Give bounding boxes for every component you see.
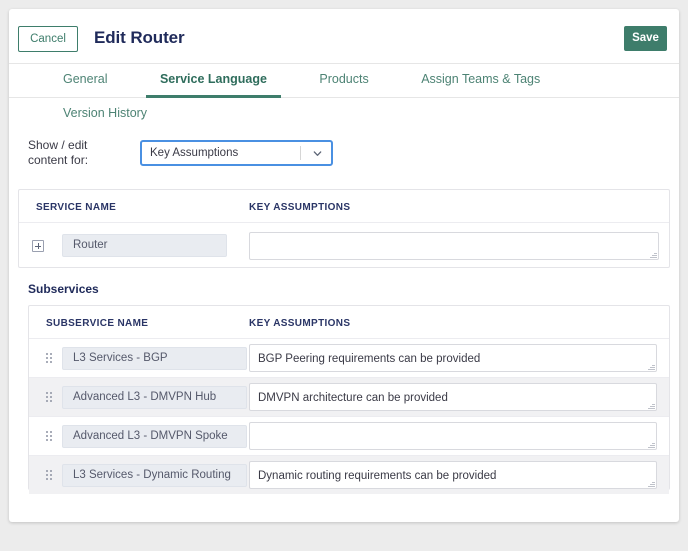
key-assumptions-column-header: KEY ASSUMPTIONS — [249, 202, 351, 213]
tab-bar: General Service Language Products Assign… — [9, 64, 679, 120]
chevron-down-icon — [313, 151, 322, 156]
subservices-table: SUBSERVICE NAME KEY ASSUMPTIONS L3 Servi… — [28, 305, 670, 494]
edit-router-card: Cancel Edit Router Save General Service … — [9, 9, 679, 522]
subservice-name-column-header: SUBSERVICE NAME — [46, 318, 149, 329]
subservice-name-field[interactable]: Advanced L3 - DMVPN Hub — [62, 386, 247, 409]
table-row: Router — [19, 222, 669, 268]
tab-products[interactable]: Products — [305, 64, 382, 98]
drag-handle-icon[interactable] — [46, 470, 52, 481]
content-selector-value: Key Assumptions — [150, 147, 239, 159]
subservice-key-assumptions-textarea[interactable] — [249, 422, 657, 450]
save-button[interactable]: Save — [624, 26, 667, 51]
page-header: Cancel Edit Router Save — [9, 9, 679, 64]
table-row: L3 Services - BGP BGP Peering requiremen… — [29, 338, 669, 377]
service-key-assumptions-textarea[interactable] — [249, 232, 659, 260]
resize-grip-icon[interactable] — [648, 441, 655, 448]
subservice-key-assumptions-textarea[interactable]: DMVPN architecture can be provided — [249, 383, 657, 411]
select-divider — [300, 146, 301, 160]
page-title: Edit Router — [94, 28, 185, 47]
drag-handle-icon[interactable] — [46, 392, 52, 403]
drag-handle-icon[interactable] — [46, 353, 52, 364]
content-selector-dropdown[interactable]: Key Assumptions — [140, 140, 333, 166]
resize-grip-icon[interactable] — [648, 363, 655, 370]
resize-grip-icon[interactable] — [648, 480, 655, 487]
tab-assign-teams-tags[interactable]: Assign Teams & Tags — [407, 64, 554, 98]
cancel-button[interactable]: Cancel — [18, 26, 78, 52]
subservice-name-field[interactable]: L3 Services - BGP — [62, 347, 247, 370]
service-name-field[interactable]: Router — [62, 234, 227, 257]
subservice-key-assumptions-value: DMVPN architecture can be provided — [258, 392, 448, 404]
subservice-key-assumptions-value: Dynamic routing requirements can be prov… — [258, 470, 497, 482]
tab-service-language[interactable]: Service Language — [145, 64, 281, 98]
drag-handle-icon[interactable] — [46, 431, 52, 442]
subservice-key-assumptions-value: BGP Peering requirements can be provided — [258, 353, 481, 365]
resize-grip-icon[interactable] — [650, 251, 657, 258]
subservice-key-assumptions-textarea[interactable]: Dynamic routing requirements can be prov… — [249, 461, 657, 489]
tab-general[interactable]: General — [49, 64, 121, 98]
service-name-column-header: SERVICE NAME — [36, 202, 117, 213]
subservice-name-field[interactable]: L3 Services - Dynamic Routing — [62, 464, 247, 487]
service-table: SERVICE NAME KEY ASSUMPTIONS Router — [18, 189, 670, 268]
expand-plus-icon[interactable] — [32, 240, 44, 252]
table-row: Advanced L3 - DMVPN Spoke — [29, 416, 669, 455]
subservices-heading: Subservices — [28, 282, 99, 296]
table-row: L3 Services - Dynamic Routing Dynamic ro… — [29, 455, 669, 494]
subservice-key-assumptions-textarea[interactable]: BGP Peering requirements can be provided — [249, 344, 657, 372]
resize-grip-icon[interactable] — [648, 402, 655, 409]
content-selector-label: Show / edit content for: — [28, 138, 89, 167]
table-row: Advanced L3 - DMVPN Hub DMVPN architectu… — [29, 377, 669, 416]
subservice-key-assumptions-column-header: KEY ASSUMPTIONS — [249, 318, 351, 329]
subservice-name-field[interactable]: Advanced L3 - DMVPN Spoke — [62, 425, 247, 448]
tab-version-history[interactable]: Version History — [49, 98, 161, 132]
